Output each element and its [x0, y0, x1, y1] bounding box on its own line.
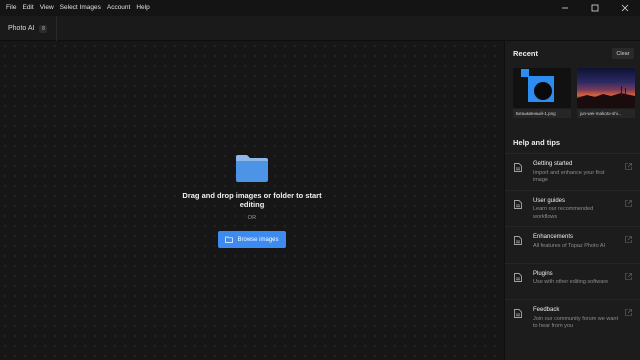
- menu-view[interactable]: View: [34, 0, 54, 16]
- maximize-icon: [591, 4, 599, 12]
- help-heading: Help and tips: [513, 138, 561, 147]
- menu-edit[interactable]: Edit: [16, 0, 33, 16]
- recent-item[interactable]: jun-wei-makoto-shi...: [577, 68, 635, 118]
- recent-heading: Recent: [513, 49, 539, 58]
- document-icon: [514, 272, 522, 282]
- external-link-icon: [625, 199, 632, 207]
- folder-open-icon: [225, 236, 234, 243]
- canvas-area[interactable]: Drag and drop images or folder to start …: [0, 41, 504, 360]
- recent-caption: Безымянный-1.png: [513, 109, 571, 118]
- help-item-getting-started[interactable]: Getting started Import and enhance your …: [505, 153, 640, 190]
- close-button[interactable]: [610, 0, 640, 16]
- clear-recent-button[interactable]: Clear: [612, 48, 634, 59]
- document-icon: [514, 309, 522, 318]
- help-item-description: Learn our recommended workflows: [533, 206, 594, 220]
- help-list: Getting started Import and enhance your …: [505, 153, 640, 336]
- help-item-description: Join our community forum we want to hear…: [533, 315, 618, 330]
- minimize-button[interactable]: [550, 0, 580, 16]
- help-item-title: Getting started: [533, 161, 573, 167]
- help-item-enhancements[interactable]: Enhancements All features of Topaz Photo…: [505, 226, 640, 263]
- recent-thumbnail: [513, 68, 571, 108]
- menu-select-images[interactable]: Select Images: [54, 0, 101, 16]
- external-link-icon: [625, 309, 632, 316]
- help-item-description: Use with other editing software: [533, 279, 609, 285]
- or-separator: OR: [247, 215, 257, 221]
- help-item-feedback[interactable]: Feedback Join our community forum we wan…: [505, 299, 640, 336]
- help-item-description: All features of Topaz Photo AI: [533, 242, 606, 249]
- document-icon: [514, 199, 522, 209]
- help-item-description: Import and enhance your first image: [533, 169, 605, 184]
- tab-bar: Photo AI 8: [0, 16, 640, 41]
- browse-images-button[interactable]: Browse images: [218, 231, 286, 248]
- menu-help[interactable]: Help: [130, 0, 149, 16]
- help-item-title: Enhancements: [533, 234, 574, 240]
- recent-thumbnail: [577, 68, 635, 108]
- window-controls: [550, 0, 640, 16]
- menu-file[interactable]: File: [0, 0, 16, 16]
- sidebar: Recent Clear Безымянный-1.png jun-wei-ma…: [504, 41, 640, 360]
- external-link-icon: [625, 272, 632, 280]
- browse-images-label: Browse images: [237, 236, 279, 243]
- recent-item[interactable]: Безымянный-1.png: [513, 68, 571, 118]
- folder-icon: [236, 155, 268, 182]
- maximize-button[interactable]: [580, 0, 610, 16]
- tab-photo-ai[interactable]: Photo AI 8: [0, 16, 57, 41]
- help-item-user-guides[interactable]: User guides Learn our recommended workfl…: [505, 189, 640, 227]
- external-link-icon: [625, 236, 632, 243]
- help-item-title: Feedback: [533, 307, 560, 313]
- help-item-plugins[interactable]: Plugins Use with other editing software: [505, 262, 640, 300]
- minimize-icon: [562, 7, 568, 9]
- close-icon: [621, 4, 629, 12]
- menu-account[interactable]: Account: [101, 0, 131, 16]
- drop-zone[interactable]: Drag and drop images or folder to start …: [180, 149, 324, 259]
- menu-bar: File Edit View Select Images Account Hel…: [0, 0, 640, 16]
- thumbnail-image: [521, 69, 554, 102]
- document-icon: [514, 163, 522, 172]
- drop-instructions: Drag and drop images or folder to start …: [182, 191, 322, 209]
- help-item-title: Plugins: [533, 270, 553, 277]
- document-icon: [514, 236, 522, 245]
- tab-count-badge: 8: [39, 24, 48, 33]
- recent-list: Безымянный-1.png jun-wei-makoto-shi...: [513, 68, 635, 118]
- tab-label: Photo AI: [8, 25, 35, 32]
- help-item-title: User guides: [533, 197, 566, 204]
- thumbnail-image: [577, 86, 635, 108]
- recent-caption: jun-wei-makoto-shi...: [577, 109, 635, 118]
- external-link-icon: [625, 163, 632, 170]
